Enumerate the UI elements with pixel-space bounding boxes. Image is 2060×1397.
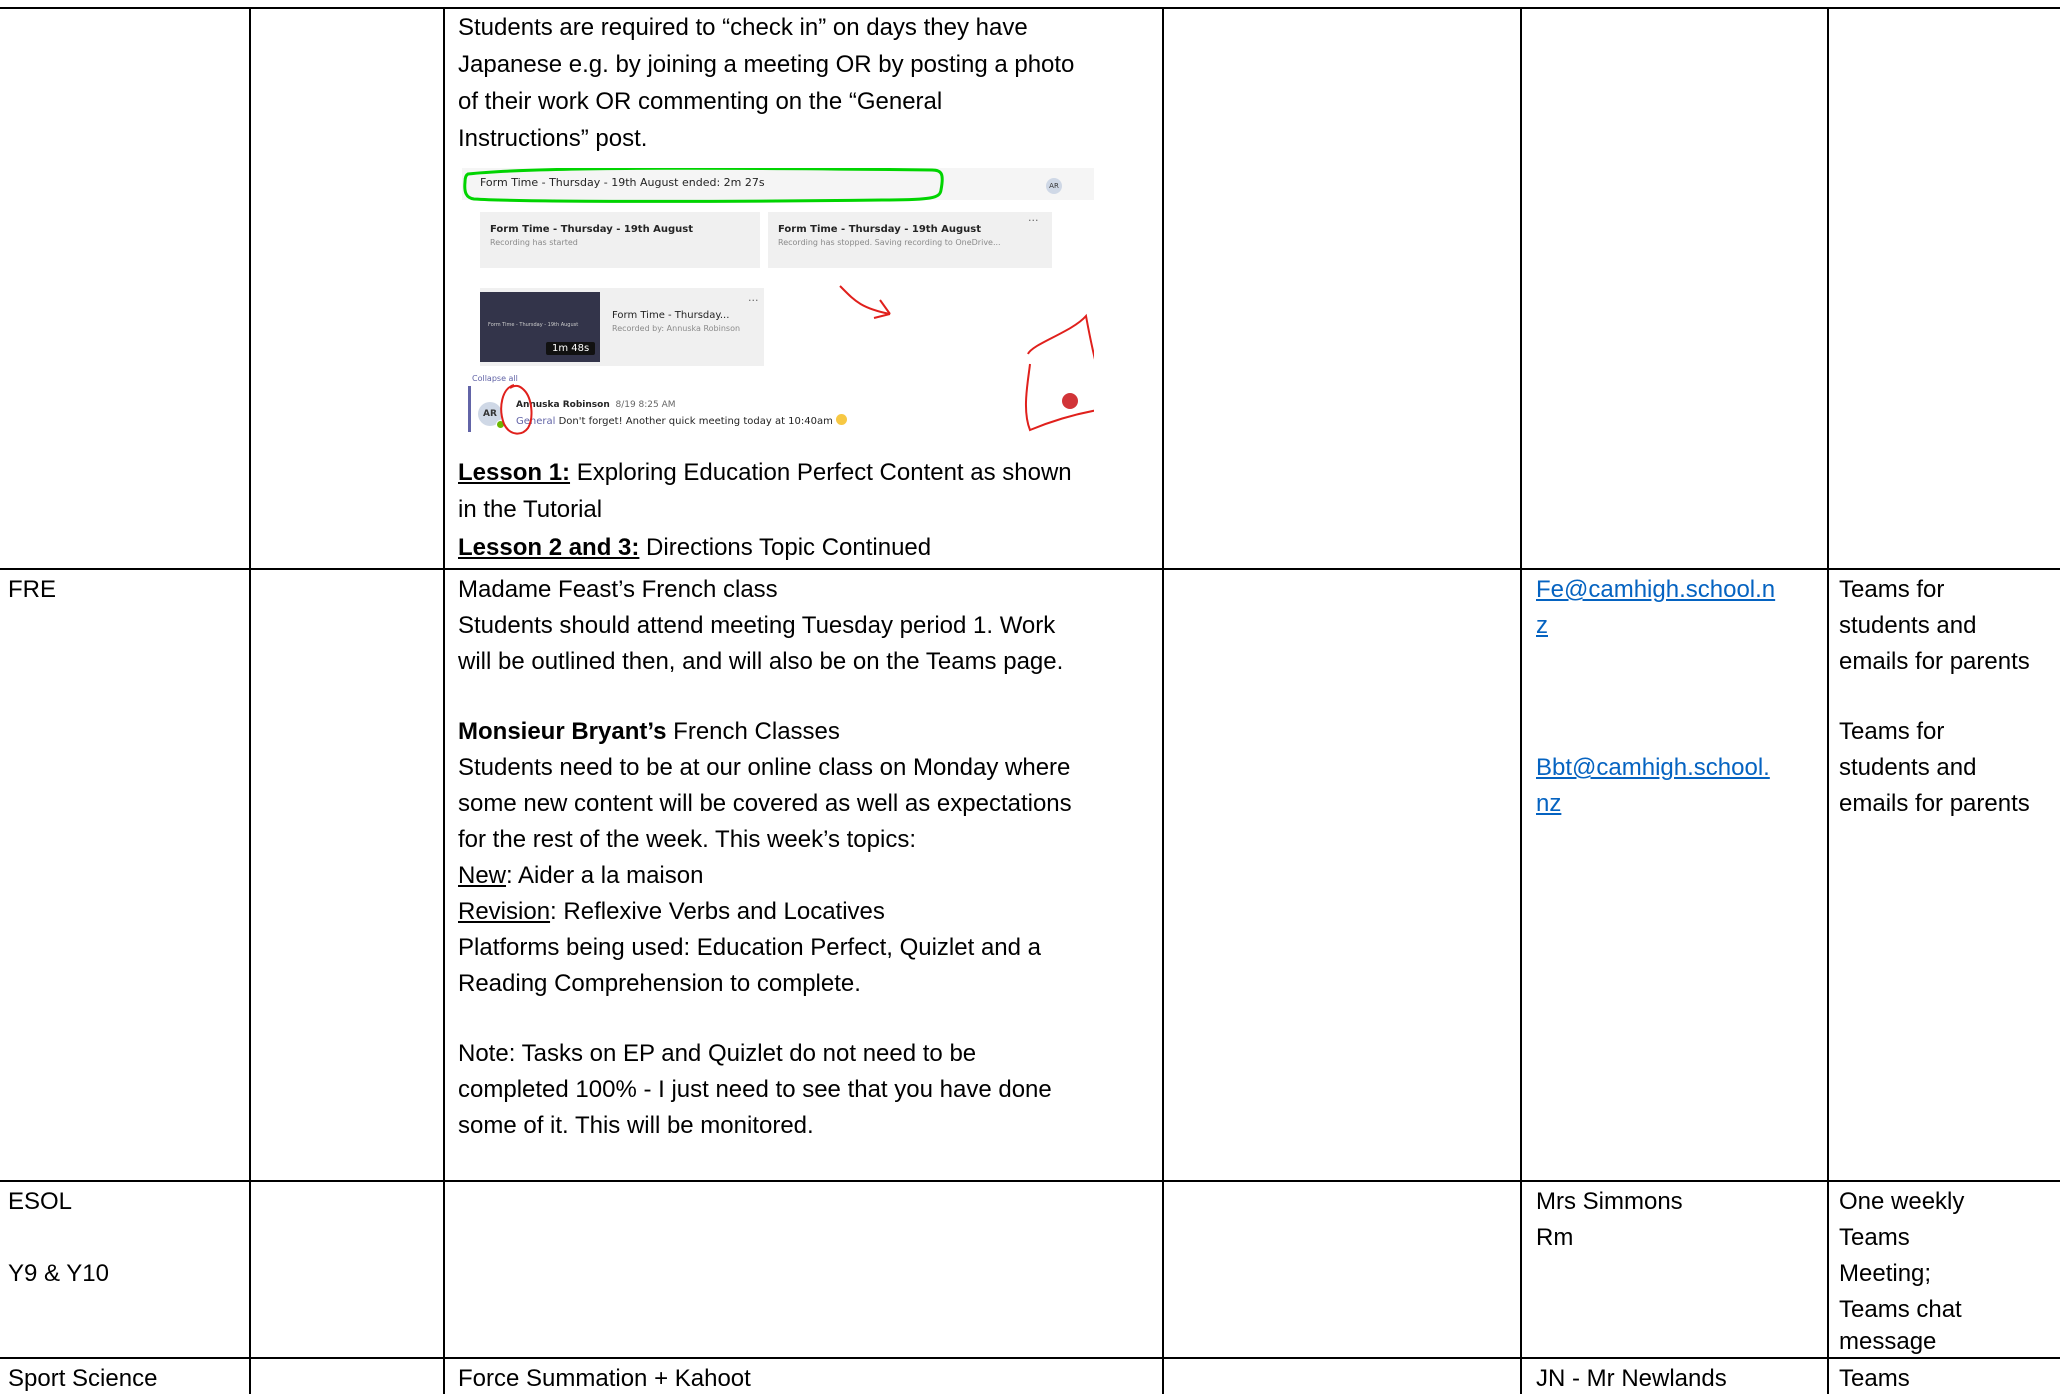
fre-line-1: Madame Feast’s French class <box>458 576 778 603</box>
fre-comm-2-line-1: Teams for <box>1839 718 1945 745</box>
fre-comm-2-line-3: emails for parents <box>1839 790 2030 817</box>
esol-comm-line-4: Teams chat <box>1839 1296 1962 1323</box>
esol-comm-line-1: One weekly <box>1839 1188 1965 1215</box>
esol-comm-line-3: Meeting; <box>1839 1260 1932 1287</box>
annotation-overlay <box>463 168 1094 435</box>
sport-work: Force Summation + Kahoot <box>458 1365 751 1392</box>
new-label: New <box>458 862 507 889</box>
new-text: : Aider a la maison <box>506 862 704 889</box>
esol-contact-2: Rm <box>1536 1224 1574 1251</box>
red-circle-annotation <box>500 384 533 435</box>
sport-contact: JN - Mr Newlands <box>1536 1365 1727 1392</box>
bryant-rest: French Classes <box>666 718 840 745</box>
fre-line-11: Reading Comprehension to complete. <box>458 970 861 997</box>
jpn-paragraph-line-3: of their work OR commenting on the “Gene… <box>458 88 943 115</box>
jpn-paragraph-line-4: Instructions” post. <box>458 125 648 152</box>
fre-comm-2-line-2: students and <box>1839 754 1977 781</box>
red-arrow-annotation <box>839 285 891 319</box>
table-col-divider-5 <box>1827 7 1829 1394</box>
lesson23-label: Lesson 2 and 3: <box>458 534 640 561</box>
bryant-name: Monsieur Bryant’s <box>458 718 667 745</box>
revision-label: Revision <box>458 898 551 925</box>
fre-subject: FRE <box>8 576 56 603</box>
fre-comm-1-line-2: students and <box>1839 612 1977 639</box>
sport-subject: Sport Science <box>8 1365 158 1392</box>
jpn-paragraph-line-2: Japanese e.g. by joining a meeting OR by… <box>458 51 1075 78</box>
fre-line-5: Students need to be at our online class … <box>458 754 1071 781</box>
table-col-divider-3 <box>1162 7 1164 1394</box>
fre-note-1: Note: Tasks on EP and Quizlet do not nee… <box>458 1040 977 1067</box>
table-col-divider-4 <box>1520 7 1522 1394</box>
email-link-bryant-cont[interactable]: nz <box>1536 786 1561 822</box>
fre-note-3: some of it. This will be monitored. <box>458 1112 814 1139</box>
table-rule-row2 <box>0 1180 2060 1182</box>
lesson1-text: Exploring Education Perfect Content as s… <box>570 459 1072 486</box>
table-rule-top <box>0 7 2060 9</box>
red-box-annotation <box>1025 313 1094 432</box>
fre-line-8: New: Aider a la maison <box>458 858 703 894</box>
email-link-feast[interactable]: Fe@camhigh.school.n <box>1536 572 1775 608</box>
fre-line-4: Monsieur Bryant’s French Classes <box>458 714 840 750</box>
jpn-lesson1-line-2: in the Tutorial <box>458 496 603 523</box>
fre-comm-1-line-1: Teams for <box>1839 576 1945 603</box>
jpn-lesson23-line: Lesson 2 and 3: Directions Topic Continu… <box>458 530 931 566</box>
green-highlight-oval <box>463 168 944 203</box>
email-link-feast-cont[interactable]: z <box>1536 608 1548 644</box>
esol-subject: ESOL <box>8 1188 73 1215</box>
table-rule-row1 <box>0 568 2060 570</box>
table-col-divider-2 <box>443 7 445 1394</box>
esol-comm-line-2: Teams <box>1839 1224 1910 1251</box>
lesson23-text: Directions Topic Continued <box>639 534 932 561</box>
fre-line-2: Students should attend meeting Tuesday p… <box>458 612 1056 639</box>
table-col-divider-1 <box>249 7 251 1394</box>
fre-note-2: completed 100% - I just need to see that… <box>458 1076 1052 1103</box>
fre-comm-1-line-3: emails for parents <box>1839 648 2030 675</box>
fre-line-3: will be outlined then, and will also be … <box>458 648 1064 675</box>
lesson1-label: Lesson 1: <box>458 459 571 486</box>
sport-comm: Teams <box>1839 1365 1910 1392</box>
fre-line-6: some new content will be covered as well… <box>458 790 1072 817</box>
esol-contact-1: Mrs Simmons <box>1536 1188 1683 1215</box>
fre-line-7: for the rest of the week. This week’s to… <box>458 826 916 853</box>
esol-years: Y9 & Y10 <box>8 1260 109 1287</box>
jpn-lesson1-line: Lesson 1: Exploring Education Perfect Co… <box>458 455 1072 491</box>
table-rule-row3 <box>0 1357 2060 1359</box>
teams-screenshot-image: Form Time - Thursday - 19th August ended… <box>462 168 1094 438</box>
fre-line-9: Revision: Reflexive Verbs and Locatives <box>458 894 885 930</box>
email-link-bryant[interactable]: Bbt@camhigh.school. <box>1536 750 1770 786</box>
revision-text: : Reflexive Verbs and Locatives <box>550 898 885 925</box>
fre-line-10: Platforms being used: Education Perfect,… <box>458 934 1041 961</box>
esol-comm-line-5: message <box>1839 1328 1937 1355</box>
jpn-paragraph-line-1: Students are required to “check in” on d… <box>458 14 1028 41</box>
